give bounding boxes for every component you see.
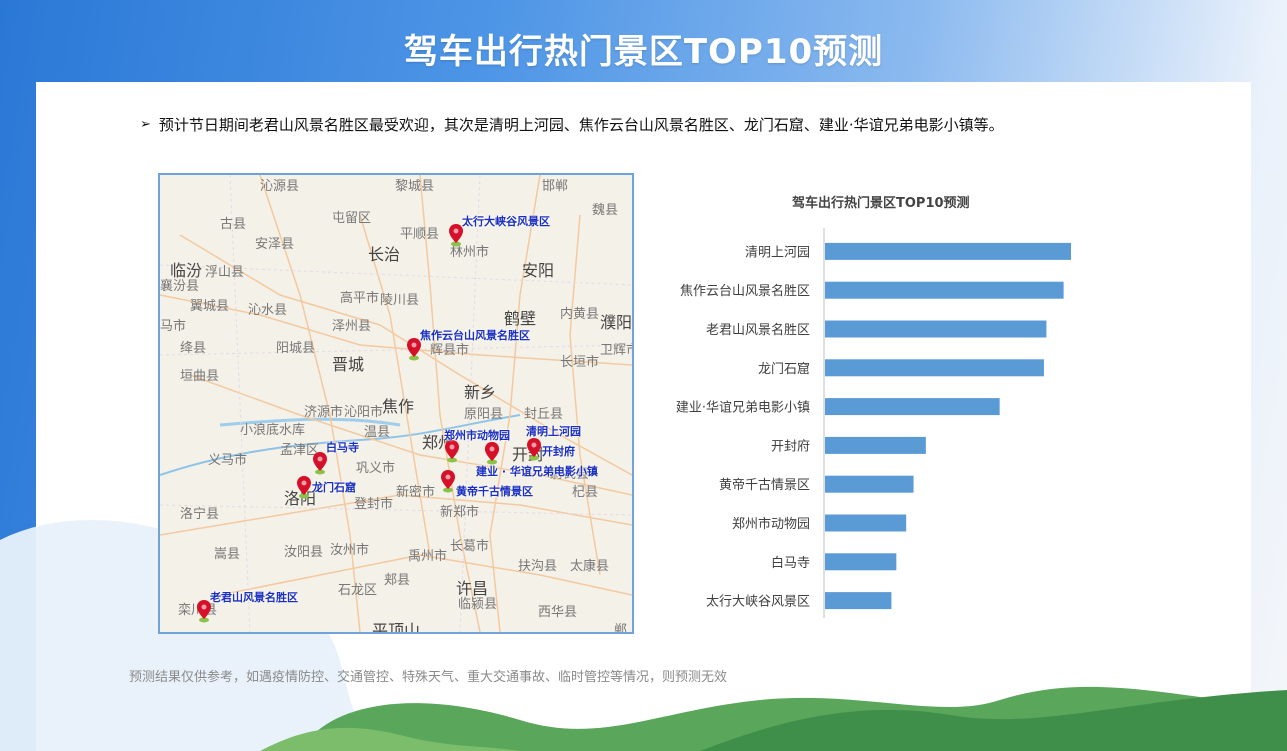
map-city-label: 小浪底水库: [240, 423, 306, 438]
map-city-label: 郸: [614, 623, 628, 634]
map-city-label: 魏县: [592, 203, 619, 218]
map-city-label: 封丘县: [524, 407, 564, 422]
chart-category-label: 黄帝千古情景区: [719, 477, 810, 493]
bar-chart: 清明上河园焦作云台山风景名胜区老君山风景名胜区龙门石窟建业·华谊兄弟电影小镇开封…: [676, 228, 1071, 618]
map-city-label: 古县: [220, 217, 247, 232]
map-city-label: 平顺县: [400, 227, 440, 242]
map-city-label: 焦作: [382, 397, 415, 416]
map-city-label: 汝阳县: [284, 545, 324, 560]
chart-bar: [825, 281, 1064, 299]
map-city-label: 杞县: [572, 485, 599, 500]
chart-bar: [825, 475, 914, 493]
map-city-label: 内黄县: [560, 307, 600, 322]
map-city-label: 平顶山: [372, 621, 421, 634]
map-city-label: 温县: [364, 425, 391, 440]
map-city-label: 太康县: [570, 559, 610, 574]
map-city-label: 西华县: [538, 605, 578, 620]
map-city-label: 陵川县: [380, 293, 420, 308]
map-city-label: 沁阳市: [344, 405, 384, 420]
map-pin-icon[interactable]: [484, 441, 500, 465]
map-city-label: 洛宁县: [180, 507, 220, 522]
map-city-label: 晋城: [332, 355, 365, 374]
map-city-label: 垣曲县: [180, 369, 220, 384]
chart-bar: [825, 320, 1047, 338]
chart-category-label: 郑州市动物园: [732, 516, 810, 532]
map-city-label: 黎城县: [395, 179, 435, 194]
chart-category-label: 清明上河园: [745, 245, 810, 260]
map-city-label: 浮山县: [205, 265, 245, 280]
chart-bar: [825, 553, 897, 571]
map-marker-label: 老君山风景名胜区: [210, 591, 298, 604]
chart-bar: [825, 398, 1000, 416]
map-marker-label: 开封府: [542, 445, 575, 458]
map-city-label: 卫辉市: [600, 343, 632, 358]
chart-bar: [825, 436, 926, 454]
map-city-label: 长葛市: [450, 539, 490, 554]
map-city-label: 新乡: [464, 383, 497, 402]
map-city-label: 邯郸: [542, 179, 569, 194]
map-city-label: 阳城县: [276, 341, 316, 356]
map-pin-icon[interactable]: [440, 469, 456, 493]
map-pin-icon[interactable]: [296, 475, 312, 499]
map-marker-label: 太行大峡谷风景区: [462, 215, 550, 228]
map-city-label: 沁源县: [260, 179, 300, 194]
map-city-label: 长垣市: [560, 355, 600, 370]
map-city-label: 绛县: [180, 341, 207, 356]
map-marker-label: 黄帝千古情景区: [456, 485, 533, 498]
map-city-label: 泽州县: [332, 319, 372, 334]
chart-category-label: 开封府: [771, 439, 810, 454]
map-city-label: 登封市: [354, 497, 394, 512]
map-marker-label: 郑州市动物园: [444, 429, 510, 442]
summary-text: 预计节日期间老君山风景名胜区最受欢迎，其次是清明上河园、焦作云台山风景名胜区、龙…: [158, 116, 1004, 134]
map-marker-label: 白马寺: [326, 441, 359, 454]
map-city-label: 济源市: [304, 405, 344, 420]
map-marker-label: 清明上河园: [526, 425, 581, 438]
chart-bar: [825, 359, 1044, 377]
map-city-label: 鹤壁: [504, 309, 537, 328]
map-city-label: 马市: [160, 319, 187, 334]
chart-category-label: 白马寺: [771, 555, 810, 571]
map-city-label: 沁水县: [248, 303, 288, 318]
bullet-arrow-icon: ➢: [140, 117, 151, 132]
chart-bar: [825, 592, 892, 610]
map-marker-label: 焦作云台山风景名胜区: [420, 329, 530, 342]
chart-category-label: 太行大峡谷风景区: [706, 595, 810, 610]
map-city-label: 新密市: [396, 485, 436, 500]
chart-category-label: 老君山风景名胜区: [706, 322, 810, 338]
map-city-label: 原阳县: [464, 407, 504, 422]
map-city-label: 安阳: [522, 261, 555, 280]
map-panel[interactable]: 沁源县 黎城县 邯郸 古县 屯留区 安泽县 长治 平顺县 魏县 林州市 临汾 浮山县 安阳 襄汾县 翼城县沁…: [158, 173, 634, 634]
map-city-label: 高平市: [340, 291, 380, 306]
summary-line: ➢ 预计节日期间老君山风景名胜区最受欢迎，其次是清明上河园、焦作云台山风景名胜区…: [140, 114, 1004, 135]
map-city-label: 扶沟县: [518, 559, 558, 574]
map-marker-label: 建业 · 华谊兄弟电影小镇: [476, 465, 598, 478]
map-city-label: 襄汾县: [160, 279, 200, 294]
map-city-label: 安泽县: [255, 237, 295, 252]
map-city-label: 翼城县: [190, 299, 230, 314]
map-city-label: 嵩县: [214, 547, 241, 562]
map-city-label: 濮阳: [600, 313, 633, 332]
map-city-label: 临颍县: [458, 597, 498, 612]
chart-category-label: 龙门石窟: [758, 361, 810, 377]
chart-category-label: 建业·华谊兄弟电影小镇: [676, 401, 810, 416]
map-city-label: 郏县: [384, 573, 411, 588]
map-city-label: 新郑市: [440, 505, 480, 520]
chart-category-label: 焦作云台山风景名胜区: [680, 283, 810, 299]
map-city-label: 石龙区: [338, 583, 378, 598]
chart-title: 驾车出行热门景区TOP10预测: [792, 196, 970, 211]
map-city-label: 屯留区: [332, 211, 372, 226]
footnote: 预测结果仅供参考，如遇疫情防控、交通管控、特殊天气、重大交通事故、临时管控等情况…: [129, 670, 728, 685]
chart-bar: [825, 514, 907, 532]
map-city-label: 长治: [368, 245, 401, 264]
map-city-label: 汝州市: [330, 543, 370, 558]
chart-bar: [825, 242, 1071, 260]
map-marker-label: 龙门石窟: [312, 481, 356, 494]
map-city-label: 巩义市: [356, 461, 396, 476]
map-pin-icon[interactable]: [526, 437, 542, 461]
page-title: 驾车出行热门景区TOP10预测: [403, 32, 884, 72]
map-city-label: 禹州市: [408, 549, 448, 564]
map-city-label: 义马市: [208, 453, 248, 468]
